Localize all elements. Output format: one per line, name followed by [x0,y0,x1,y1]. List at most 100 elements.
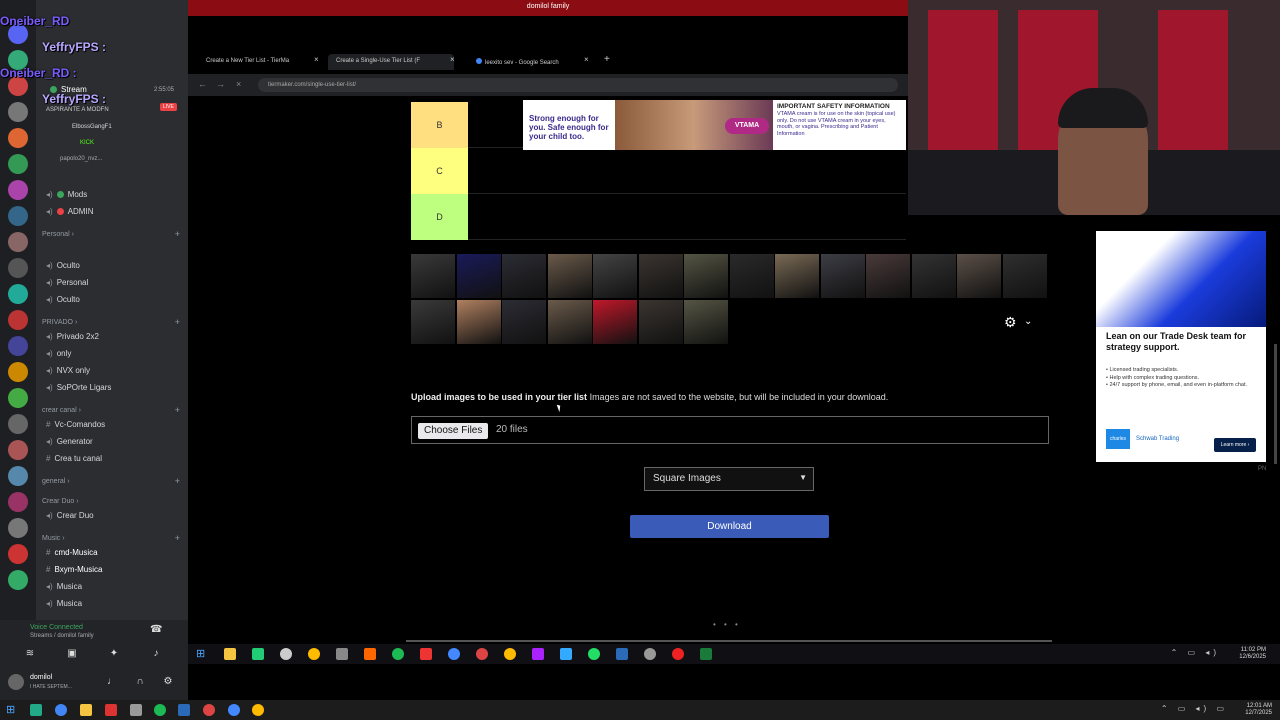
server-icon[interactable] [8,336,28,356]
category-privado[interactable]: PRIVADO › [42,319,77,326]
app-icon[interactable] [420,648,432,660]
server-icon[interactable] [8,362,28,382]
server-icon[interactable] [8,492,28,512]
channel-generator[interactable]: ◂) Generator [46,434,93,450]
channel-oculto[interactable]: ◂) Oculto [46,292,80,308]
tier-item-thumbnail[interactable] [456,300,501,344]
chrome-icon[interactable] [308,648,320,660]
server-icon[interactable] [8,180,28,200]
tier-item-thumbnail[interactable] [547,254,592,298]
tier-item-thumbnail[interactable] [684,254,728,298]
channel-musica[interactable]: ◂) Musica [46,596,82,612]
category-personal[interactable]: Personal › [42,231,74,238]
tier-item-thumbnail[interactable] [684,300,728,344]
voice-channel-name[interactable]: Streams / domilol family [30,633,94,639]
server-icon[interactable] [8,570,28,590]
app-icon[interactable] [203,704,215,716]
app-icon[interactable] [560,648,572,660]
tier-item-thumbnail[interactable] [411,254,455,298]
avatar[interactable] [8,674,24,690]
channel-only[interactable]: ◂) only [46,346,71,362]
server-icon[interactable] [8,414,28,434]
taskbar-clock[interactable]: 11:02 PM 12/6/2025 [1239,647,1266,661]
windows-start-icon[interactable]: ⊞ [196,648,208,660]
server-icon[interactable] [8,518,28,538]
tier-label[interactable]: D [411,194,468,240]
tier-item-thumbnail[interactable] [638,254,683,298]
server-icon[interactable] [8,466,28,486]
chevron-down-icon[interactable]: ⌄ [1024,316,1032,327]
tier-item-thumbnail[interactable] [638,300,683,344]
tier-item-thumbnail[interactable] [866,254,910,298]
close-tab-icon[interactable]: × [314,55,319,64]
category-music[interactable]: Music › [42,535,65,542]
add-channel-icon[interactable]: + [175,476,180,486]
server-icon[interactable] [8,388,28,408]
tier-label[interactable]: C [411,148,468,194]
server-icon[interactable] [8,310,28,330]
tab-google-search[interactable]: leexito sev - Google Search [468,54,588,70]
disconnect-icon[interactable]: ☎ [150,624,162,636]
category-general[interactable]: general › [42,478,70,485]
tier-label[interactable]: B [411,102,468,148]
video-icon[interactable]: ▣ [66,648,78,660]
server-icon[interactable] [8,128,28,148]
add-channel-icon[interactable]: + [175,533,180,543]
tier-item-thumbnail[interactable] [593,300,637,344]
server-icon[interactable] [8,258,28,278]
steam-icon[interactable] [616,648,628,660]
download-button[interactable]: Download [630,515,829,538]
server-icon[interactable] [8,544,28,564]
banner-ad[interactable]: Strong enough for you. Safe enough for y… [523,100,906,150]
tier-item-thumbnail[interactable] [957,254,1001,298]
channel-admin[interactable]: ◂) ADMIN [46,204,93,220]
image-shape-select[interactable]: Square Images ▼ [644,467,814,491]
tier-item-thumbnail[interactable] [411,300,455,344]
spotify-icon[interactable] [154,704,166,716]
app-icon[interactable] [336,648,348,660]
channel-mods[interactable]: ◂) Mods [46,187,87,203]
server-icon[interactable] [8,284,28,304]
horizontal-scrollbar[interactable] [406,640,1052,642]
file-explorer-icon[interactable] [80,704,92,716]
app-icon[interactable] [532,648,544,660]
microphone-icon[interactable]: ♩ [106,676,118,688]
app-icon[interactable] [476,648,488,660]
channel-musica[interactable]: ◂) Musica [46,579,82,595]
tier-item-thumbnail[interactable] [775,254,819,298]
server-icon[interactable] [8,232,28,252]
chrome-icon[interactable] [504,648,516,660]
category-crear-canal[interactable]: crear canal › [42,407,81,414]
category-crear-duo[interactable]: Crear Duo › [42,498,79,505]
app-icon[interactable] [228,704,240,716]
soundboard-icon[interactable]: ♪ [150,648,162,660]
stop-icon[interactable]: × [236,79,241,89]
spotify-icon[interactable] [392,648,404,660]
voice-member[interactable]: papolo20_nvz... [60,151,102,167]
side-ad[interactable]: Lean on our Trade Desk team for strategy… [1096,231,1266,462]
tier-item-thumbnail[interactable] [820,254,865,298]
forward-icon[interactable]: → [216,79,225,89]
voice-member[interactable]: ElbossGangF1 [72,119,112,135]
app-icon[interactable] [644,648,656,660]
windows-start-icon[interactable]: ⊞ [6,704,18,716]
url-field[interactable]: tiermaker.com/single-use-tier-list/ [258,78,898,92]
app-icon[interactable] [280,648,292,660]
new-tab-icon[interactable]: + [604,54,610,65]
tier-item-thumbnail[interactable] [456,254,501,298]
app-icon[interactable] [364,648,376,660]
taskbar-clock[interactable]: 12:01 AM 12/7/2025 [1245,703,1272,717]
system-tray[interactable]: ⌃ ▭ ◂) [1171,648,1220,657]
server-icon[interactable] [8,102,28,122]
activities-icon[interactable]: ✦ [108,648,120,660]
chrome-icon[interactable] [252,704,264,716]
steam-icon[interactable] [178,704,190,716]
channel-personal[interactable]: ◂) Personal [46,275,88,291]
app-icon[interactable] [30,704,42,716]
channel-bxym-musica[interactable]: # Bxym-Musica [46,562,102,578]
tier-item-thumbnail[interactable] [502,300,546,344]
add-channel-icon[interactable]: + [175,229,180,239]
learn-more-button[interactable]: Learn more › [1214,438,1256,452]
tab-tiermaker-new[interactable]: Create a New Tier List - TierMa [198,54,318,70]
tier-item-thumbnail[interactable] [547,300,592,344]
